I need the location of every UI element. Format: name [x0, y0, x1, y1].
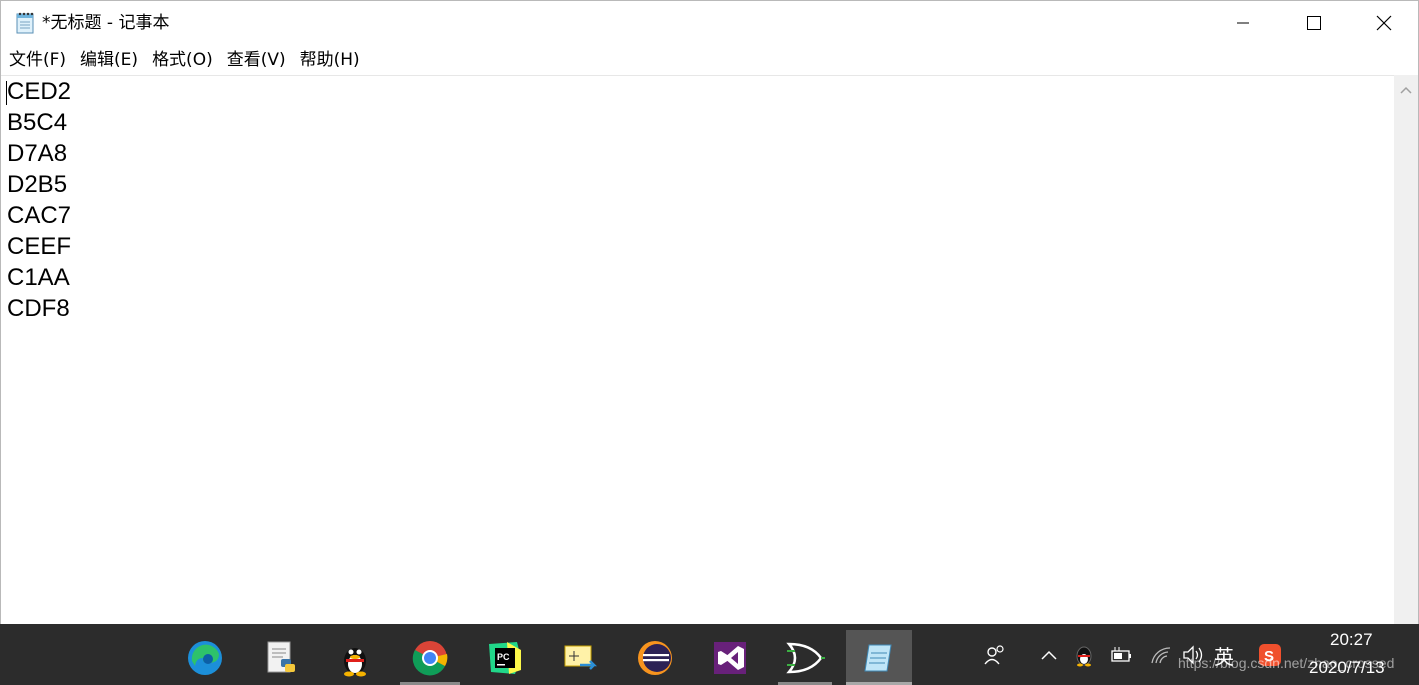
text-line: C1AA	[7, 264, 70, 291]
maximize-icon	[1307, 16, 1321, 30]
chevron-up-icon	[1041, 650, 1057, 660]
text-line: CEEF	[7, 233, 72, 260]
taskbar-app-qq[interactable]	[322, 630, 388, 685]
menu-bar: 文件(F) 编辑(E) 格式(O) 查看(V) 帮助(H)	[1, 46, 1418, 74]
minimize-button[interactable]	[1208, 1, 1278, 45]
taskbar: PC 英 S 20:27 2020/7/13 https://blog.csdn…	[0, 624, 1419, 685]
qq-icon	[1076, 646, 1092, 667]
text-line: D7A8	[7, 140, 68, 167]
taskbar-app-chrome[interactable]	[397, 630, 463, 685]
vertical-scrollbar[interactable]	[1394, 75, 1418, 625]
taskbar-app-visual-studio[interactable]	[697, 630, 763, 685]
tray-qq[interactable]	[1072, 642, 1096, 668]
tray-network[interactable]	[1148, 642, 1174, 668]
svg-text:PC: PC	[497, 652, 510, 662]
notepad-window: *无标题 - 记事本 文件(F) 编辑(E) 格式(O) 查看(V) 帮助(H)…	[0, 0, 1419, 625]
text-line: B5C4	[7, 109, 68, 136]
menu-file[interactable]: 文件(F)	[2, 47, 73, 73]
chrome-icon	[412, 640, 448, 675]
edge-icon	[188, 640, 222, 675]
battery-icon	[1111, 647, 1131, 662]
menu-edit[interactable]: 编辑(E)	[73, 47, 145, 73]
text-line: CED2	[7, 78, 72, 105]
maximize-button[interactable]	[1279, 1, 1349, 45]
clock-time[interactable]: 20:27	[1330, 630, 1373, 650]
qq-icon	[344, 647, 366, 676]
taskbar-app-pycharm[interactable]: PC	[472, 630, 538, 685]
people-button[interactable]	[982, 642, 1008, 668]
wifi-icon	[1151, 647, 1171, 664]
chevron-up-icon[interactable]	[1400, 85, 1412, 95]
taskbar-app-python[interactable]	[248, 630, 314, 685]
menu-view[interactable]: 查看(V)	[220, 47, 293, 73]
window-title: *无标题 - 记事本	[42, 13, 170, 33]
title-bar[interactable]: *无标题 - 记事本	[1, 1, 1418, 45]
tray-battery[interactable]	[1108, 642, 1134, 668]
close-button[interactable]	[1349, 1, 1419, 45]
menu-format[interactable]: 格式(O)	[145, 47, 220, 73]
notepad-icon	[16, 12, 34, 34]
watermark-text: https://blog.csdn.net/zhao_crossed	[1178, 655, 1395, 671]
people-icon	[984, 645, 1004, 665]
text-line: D2B5	[7, 171, 68, 198]
logisim-icon	[786, 642, 825, 673]
taskbar-app-snipping-tool[interactable]	[547, 630, 613, 685]
taskbar-app-notepad[interactable]	[846, 630, 912, 685]
minimize-icon	[1237, 22, 1249, 24]
menu-help[interactable]: 帮助(H)	[293, 47, 367, 73]
text-line: CDF8	[7, 295, 70, 322]
show-hidden-icons-button[interactable]	[1038, 642, 1060, 668]
taskbar-app-logisim[interactable]	[772, 630, 838, 685]
text-line: CAC7	[7, 202, 72, 229]
taskbar-app-edge[interactable]	[172, 630, 238, 685]
visual-studio-icon	[714, 641, 746, 674]
pycharm-icon: PC	[489, 641, 521, 674]
eclipse-icon	[638, 640, 672, 675]
snipping-tool-icon	[564, 645, 598, 670]
text-editor[interactable]: CED2 B5C4 D7A8 D2B5 CAC7 CEEF C1AA CDF8	[1, 75, 1394, 625]
notepad-icon	[864, 644, 892, 671]
taskbar-app-eclipse[interactable]	[622, 630, 688, 685]
close-icon	[1376, 15, 1392, 31]
python-idle-icon	[267, 641, 295, 672]
